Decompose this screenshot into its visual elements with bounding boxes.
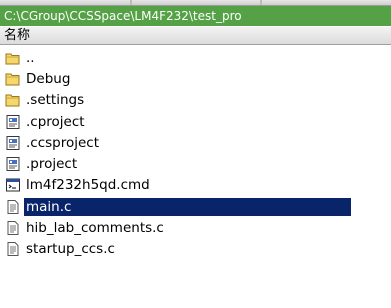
- path-bar: C:\CGroup\CCSSpace\LM4F232\test_pro: [0, 6, 391, 26]
- c-file-icon: [5, 220, 21, 236]
- list-item-settings-folder[interactable]: .settings: [0, 90, 391, 111]
- list-item-main-c[interactable]: main.c: [0, 196, 391, 217]
- item-label: main.c: [24, 197, 351, 216]
- item-label: lm4f232h5qd.cmd: [26, 177, 150, 194]
- list-item-cmd-file[interactable]: lm4f232h5qd.cmd: [0, 175, 391, 196]
- cmd-file-icon: [5, 177, 21, 193]
- list-item-cproject[interactable]: .cproject: [0, 111, 391, 132]
- folder-up-icon: [5, 50, 21, 66]
- list-item-project[interactable]: .project: [0, 153, 391, 174]
- project-file-icon: [5, 156, 21, 172]
- c-file-icon: [5, 241, 21, 257]
- file-list: .. Debug .settings .cproject .ccsproject…: [0, 47, 391, 260]
- folder-icon: [5, 71, 21, 87]
- item-label: ..: [26, 49, 35, 66]
- list-item-startup-ccs[interactable]: startup_ccs.c: [0, 239, 391, 260]
- item-label: .settings: [26, 92, 85, 109]
- item-label: hib_lab_comments.c: [26, 220, 164, 237]
- list-item-hib-lab-comments[interactable]: hib_lab_comments.c: [0, 217, 391, 238]
- folder-icon: [5, 92, 21, 108]
- list-item-debug-folder[interactable]: Debug: [0, 68, 391, 89]
- project-file-icon: [5, 135, 21, 151]
- item-label: Debug: [26, 70, 71, 87]
- c-file-icon: [5, 199, 21, 215]
- column-header-name[interactable]: 名称: [0, 27, 391, 45]
- item-label: .ccsproject: [26, 134, 100, 151]
- item-label: .project: [26, 156, 78, 173]
- item-label: startup_ccs.c: [26, 241, 115, 258]
- list-item-ccsproject[interactable]: .ccsproject: [0, 132, 391, 153]
- project-file-icon: [5, 114, 21, 130]
- list-item-parent-folder[interactable]: ..: [0, 47, 391, 68]
- item-label: .cproject: [26, 113, 85, 130]
